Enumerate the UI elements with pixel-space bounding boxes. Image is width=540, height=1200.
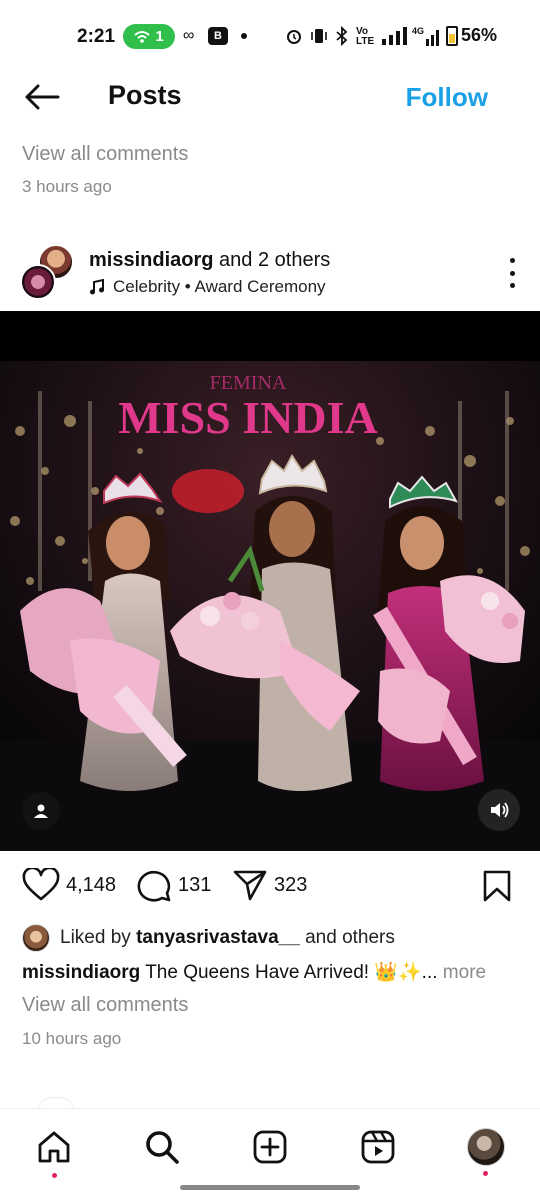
comment-count[interactable]: 131 <box>178 874 211 897</box>
app-notification-icon: B <box>208 27 228 45</box>
more-vertical-icon <box>509 258 515 263</box>
battery-indicator: 56% <box>446 25 497 46</box>
comment-button[interactable]: 131 <box>136 868 211 902</box>
back-button[interactable] <box>22 80 62 114</box>
reels-icon <box>361 1130 395 1164</box>
hotspot-count: 1 <box>155 28 164 45</box>
battery-icon <box>446 25 458 46</box>
caption-more-link[interactable]: more <box>443 962 486 983</box>
svg-text:4G: 4G <box>412 26 424 36</box>
share-count[interactable]: 323 <box>274 874 307 897</box>
user-tag-icon <box>34 804 48 818</box>
bluetooth-icon <box>336 26 348 46</box>
send-icon <box>233 870 267 901</box>
more-options-button[interactable] <box>506 258 518 288</box>
audio-info[interactable]: Celebrity • Award Ceremony <box>89 277 326 297</box>
nav-reels[interactable] <box>358 1127 398 1167</box>
wifi-icon <box>134 30 150 43</box>
image-banner-top: FEMINA <box>210 372 287 394</box>
post-media[interactable]: FEMINA MISS INDIA <box>0 311 540 851</box>
arrow-left-icon <box>25 84 60 110</box>
liked-by-user[interactable]: tanyasrivastava__ <box>136 927 300 948</box>
signal-icon <box>382 27 407 45</box>
volte-icon: Vo LTE <box>356 26 375 47</box>
volume-icon <box>491 802 509 818</box>
caption-text: The Queens Have Arrived! 👑✨... <box>145 962 438 983</box>
alarm-icon <box>287 30 301 44</box>
more-notifications-icon <box>241 33 247 39</box>
avatar <box>22 924 50 952</box>
status-bar: 2:21 1 ∞ B Vo LTE 4G 56% <box>0 0 540 72</box>
liked-by-text: Liked by tanyasrivastava__ and others <box>60 927 395 948</box>
avatar <box>467 1128 505 1166</box>
heart-icon <box>22 868 60 901</box>
save-button[interactable] <box>482 870 512 907</box>
music-note-icon <box>90 279 104 295</box>
follow-button[interactable]: Follow <box>406 82 488 113</box>
plus-square-icon <box>253 1130 287 1164</box>
comment-icon <box>137 870 171 902</box>
view-all-comments-link[interactable]: View all comments <box>22 143 188 166</box>
post-actions: 4,148 131 323 <box>0 862 540 912</box>
vibrate-icon <box>311 29 327 43</box>
view-all-comments-link[interactable]: View all comments <box>22 994 188 1017</box>
page-title: Posts <box>108 80 182 110</box>
signal-4g-icon: 4G <box>412 26 439 46</box>
mute-toggle[interactable] <box>478 789 520 831</box>
share-button[interactable]: 323 <box>232 868 307 902</box>
caption-username[interactable]: missindiaorg <box>22 962 140 983</box>
home-indicator[interactable] <box>180 1185 360 1190</box>
battery-level: 56% <box>461 25 498 45</box>
glasses-icon: ∞ <box>183 27 195 44</box>
post-header: missindiaorg and 2 others Celebrity • Aw… <box>0 240 540 305</box>
post-caption: missindiaorg The Queens Have Arrived! 👑✨… <box>22 960 486 984</box>
liked-by-row[interactable]: Liked by tanyasrivastava__ and others <box>22 922 395 954</box>
like-button[interactable]: 4,148 <box>22 868 116 902</box>
audio-label: Celebrity • Award Ceremony <box>113 277 326 296</box>
home-icon <box>38 1131 70 1163</box>
top-app-bar: Posts Follow <box>0 72 540 122</box>
like-count[interactable]: 4,148 <box>66 874 116 897</box>
post-author[interactable]: missindiaorg and 2 others <box>89 249 330 272</box>
nav-search[interactable] <box>142 1127 182 1167</box>
post-timestamp: 3 hours ago <box>22 177 112 196</box>
tagged-users-button[interactable] <box>22 792 60 830</box>
nav-profile[interactable] <box>466 1127 506 1167</box>
home-notification-dot <box>52 1173 57 1178</box>
nav-home[interactable] <box>34 1127 74 1167</box>
bookmark-icon <box>483 870 511 902</box>
search-icon <box>146 1131 179 1164</box>
hotspot-indicator: 1 <box>123 24 175 49</box>
post-image: FEMINA MISS INDIA <box>0 311 540 851</box>
nav-create[interactable] <box>250 1127 290 1167</box>
avatar <box>20 264 56 300</box>
image-banner: MISS INDIA <box>118 392 377 443</box>
author-username[interactable]: missindiaorg <box>89 249 213 271</box>
author-suffix[interactable]: and 2 others <box>219 249 330 271</box>
collab-avatars[interactable] <box>20 244 76 300</box>
post-timestamp: 10 hours ago <box>22 1029 122 1048</box>
profile-notification-dot <box>483 1171 488 1176</box>
status-time: 2:21 <box>77 26 116 47</box>
